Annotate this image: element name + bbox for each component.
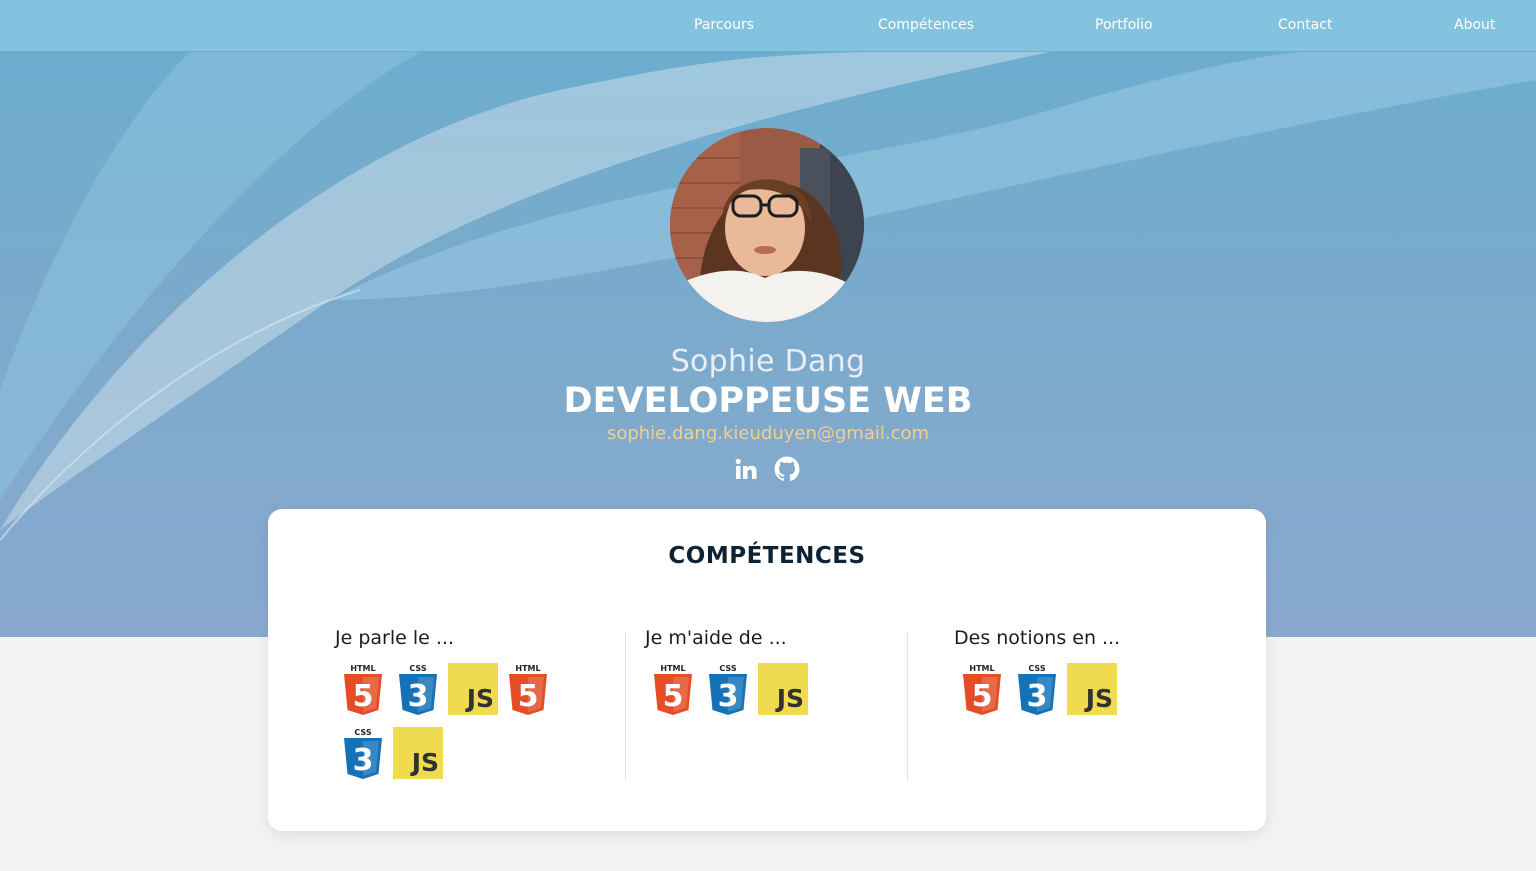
svg-text:HTML: HTML [515,664,540,673]
social-links [733,456,803,482]
skills-title: COMPÉTENCES [668,543,866,569]
html5-logo-icon: HTML 5 [648,663,698,715]
js-logo-icon: JS [758,663,808,715]
skills-column-speak: Je parle le ... [335,627,454,649]
svg-text:3: 3 [353,743,374,778]
svg-text:5: 5 [518,679,539,714]
profile-role: DEVELOPPEUSE WEB [563,381,973,421]
profile-name: Sophie Dang [670,344,866,379]
js-logo-icon: JS [1067,663,1117,715]
skills-column-title: Des notions en ... [954,627,1121,649]
nav-link-competences[interactable]: Compétences [878,17,974,33]
skills-card: COMPÉTENCES Je parle le ... Je m'aide de… [268,509,1266,831]
svg-text:5: 5 [353,679,374,714]
svg-text:HTML: HTML [350,664,375,673]
svg-text:CSS: CSS [1028,664,1045,673]
skills-column-notions: Des notions en ... [954,627,1120,649]
top-navbar: Parcours Compétences Portfolio Contact A… [0,0,1536,51]
nav-link-contact[interactable]: Contact [1278,17,1332,33]
css3-logo-icon: CSS 3 [338,727,388,779]
html5-logo-icon: HTML 5 [957,663,1007,715]
skills-column-title: Je parle le ... [335,627,454,649]
svg-text:CSS: CSS [719,664,736,673]
svg-text:3: 3 [718,679,739,714]
svg-text:5: 5 [663,679,684,714]
js-logo-icon: JS [448,663,498,715]
nav-link-about[interactable]: About [1454,17,1495,33]
svg-text:CSS: CSS [409,664,426,673]
nav-link-portfolio[interactable]: Portfolio [1095,17,1153,33]
profile-email[interactable]: sophie.dang.kieuduyen@gmail.com [0,423,1536,444]
svg-text:3: 3 [408,679,429,714]
html5-logo-icon: HTML 5 [503,663,553,715]
js-logo-icon: JS [393,727,443,779]
svg-text:CSS: CSS [354,728,371,737]
skills-column-title: Je m'aide de ... [645,627,787,649]
svg-text:3: 3 [1027,679,1048,714]
svg-text:HTML: HTML [969,664,994,673]
profile-avatar [670,128,864,322]
svg-text:HTML: HTML [660,664,685,673]
css3-logo-icon: CSS 3 [1012,663,1062,715]
column-divider [625,631,626,781]
skills-column-tools: Je m'aide de ... [645,627,787,649]
css3-logo-icon: CSS 3 [393,663,443,715]
column-divider [907,631,908,781]
linkedin-icon[interactable] [733,456,759,482]
github-icon[interactable] [774,456,800,482]
css3-logo-icon: CSS 3 [703,663,753,715]
html5-logo-icon: HTML 5 [338,663,388,715]
nav-link-parcours[interactable]: Parcours [694,17,754,33]
svg-text:5: 5 [972,679,993,714]
